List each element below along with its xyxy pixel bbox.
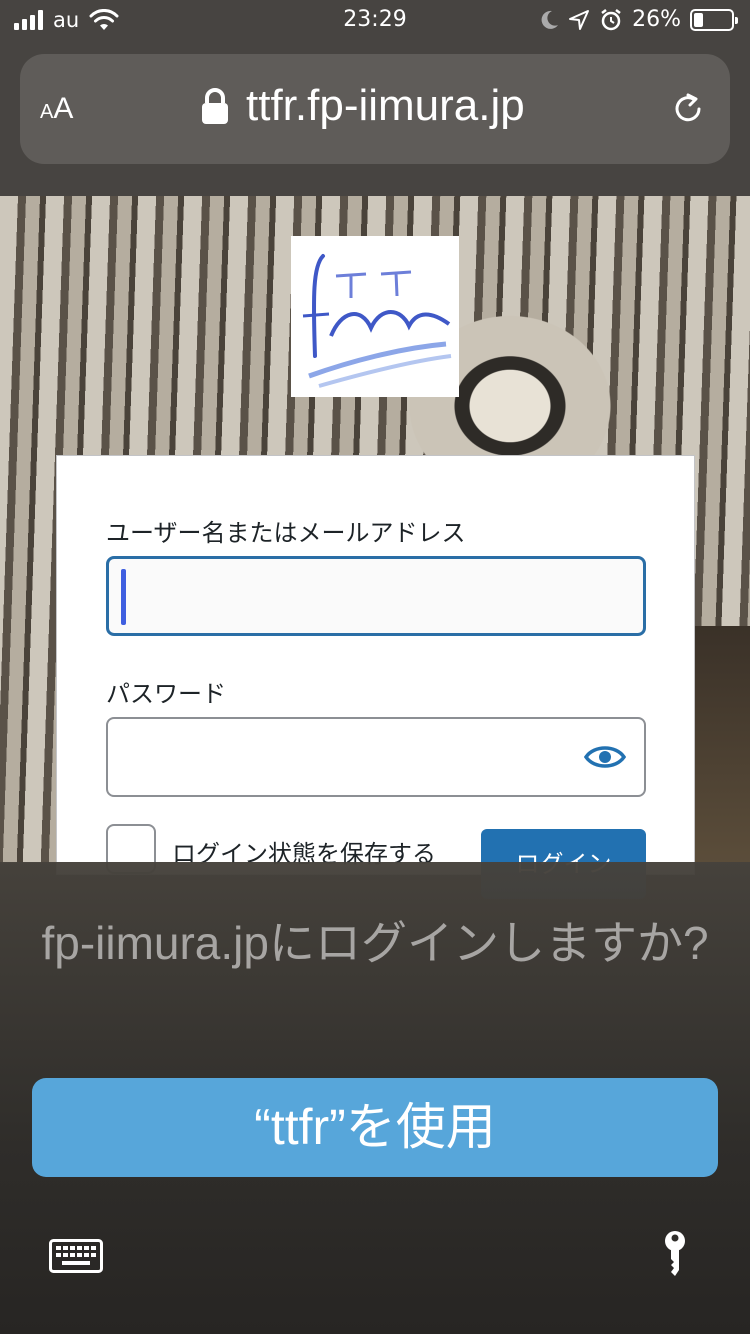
password-label: パスワード — [106, 680, 226, 708]
text-size-button[interactable]: AA — [40, 92, 73, 126]
status-right: 26% — [539, 7, 738, 32]
battery-percent: 26% — [632, 7, 681, 32]
alarm-clock-icon — [601, 8, 621, 30]
text-size-small-label: A — [40, 101, 54, 123]
url-text: ttfr.fp-iimura.jp — [246, 81, 525, 130]
do-not-disturb-icon — [541, 10, 559, 29]
logo-image — [302, 254, 452, 388]
password-autofill-sheet: fp-iimura.jpにログインしますか? “ttfr”を使用 — [0, 862, 750, 1334]
show-password-icon[interactable] — [584, 743, 626, 771]
battery-icon — [690, 8, 738, 31]
username-label: ユーザー名またはメールアドレス — [106, 519, 466, 547]
browser-chrome: au 23:29 26% AA ttfr.fp-iimura.jp — [0, 0, 750, 196]
key-icon[interactable] — [661, 1230, 689, 1280]
autofill-prompt: fp-iimura.jpにログインしますか? — [41, 917, 709, 969]
url-display[interactable]: ttfr.fp-iimura.jp — [200, 81, 525, 131]
password-input[interactable] — [106, 717, 646, 797]
address-bar[interactable]: AA ttfr.fp-iimura.jp — [20, 54, 730, 164]
site-logo[interactable] — [291, 236, 459, 397]
text-size-large-label: A — [53, 92, 74, 125]
text-cursor — [121, 569, 126, 625]
username-input[interactable] — [106, 556, 646, 636]
login-form: ユーザー名またはメールアドレス パスワード ログイン状態を保存する ログイン — [56, 455, 695, 899]
use-saved-credential-button[interactable]: “ttfr”を使用 — [32, 1078, 718, 1177]
lock-icon — [202, 88, 228, 124]
keyboard-icon[interactable] — [49, 1239, 103, 1273]
battery-level — [694, 12, 704, 27]
location-arrow-icon — [569, 9, 590, 30]
reload-icon[interactable] — [668, 89, 708, 129]
status-bar: au 23:29 26% — [0, 0, 750, 42]
